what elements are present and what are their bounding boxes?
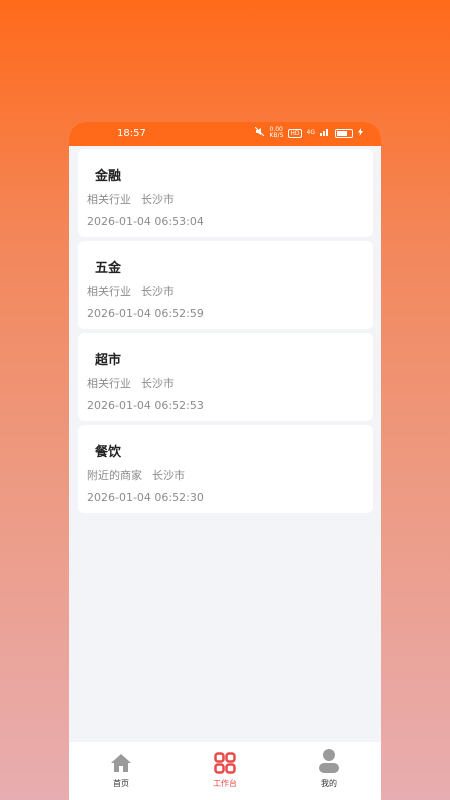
net-speed: 0.00 KB/S <box>269 126 284 139</box>
item-time: 2026-01-04 06:52:53 <box>87 399 204 412</box>
list-item[interactable]: 餐饮 附近的商家 长沙市 2026-01-04 06:52:30 <box>78 425 373 513</box>
tab-workbench-label: 工作台 <box>213 779 237 788</box>
list-item[interactable]: 金融 相关行业 长沙市 2026-01-04 06:53:04 <box>78 149 373 237</box>
mute-icon <box>254 126 265 139</box>
item-title: 超市 <box>95 353 122 368</box>
item-time: 2026-01-04 06:53:04 <box>87 215 204 228</box>
battery-icon <box>335 128 353 138</box>
item-category: 附近的商家 <box>87 469 142 482</box>
status-icons: 0.00 KB/S HD 4G <box>254 126 363 139</box>
item-meta: 附近的商家 长沙市 <box>87 467 185 483</box>
status-bar: 18:57 0.00 KB/S HD 4G <box>69 122 381 146</box>
record-list: 金融 相关行业 长沙市 2026-01-04 06:53:04 五金 相关行业 … <box>78 149 373 517</box>
item-time: 2026-01-04 06:52:59 <box>87 307 204 320</box>
item-city: 长沙市 <box>141 193 174 206</box>
item-city: 长沙市 <box>141 285 174 298</box>
item-city: 长沙市 <box>141 377 174 390</box>
bottom-tab-bar: 首页 工作台 我的 <box>69 742 381 800</box>
home-icon <box>111 754 131 772</box>
item-city: 长沙市 <box>152 469 185 482</box>
item-category: 相关行业 <box>87 377 131 390</box>
status-time: 18:57 <box>117 128 146 139</box>
tab-home[interactable]: 首页 <box>81 742 161 800</box>
tab-home-label: 首页 <box>113 779 129 788</box>
list-item[interactable]: 五金 相关行业 长沙市 2026-01-04 06:52:59 <box>78 241 373 329</box>
charging-icon <box>358 127 363 139</box>
tab-mine[interactable]: 我的 <box>289 742 369 800</box>
signal-icon <box>320 128 330 139</box>
hd-badge: HD <box>288 128 302 138</box>
list-item[interactable]: 超市 相关行业 长沙市 2026-01-04 06:52:53 <box>78 333 373 421</box>
item-meta: 相关行业 长沙市 <box>87 375 174 391</box>
tab-mine-label: 我的 <box>321 779 337 788</box>
tab-workbench[interactable]: 工作台 <box>185 742 265 800</box>
item-meta: 相关行业 长沙市 <box>87 283 174 299</box>
item-category: 相关行业 <box>87 285 131 298</box>
item-category: 相关行业 <box>87 193 131 206</box>
phone-screen: 18:57 0.00 KB/S HD 4G 金融 相关行业 长沙市 2026-0… <box>69 122 381 800</box>
signal-label: 4G <box>306 129 315 136</box>
user-icon <box>319 749 339 773</box>
item-title: 金融 <box>95 169 122 184</box>
grid-icon <box>214 752 236 774</box>
item-title: 五金 <box>95 261 122 276</box>
item-title: 餐饮 <box>95 445 122 460</box>
item-meta: 相关行业 长沙市 <box>87 191 174 207</box>
item-time: 2026-01-04 06:52:30 <box>87 491 204 504</box>
